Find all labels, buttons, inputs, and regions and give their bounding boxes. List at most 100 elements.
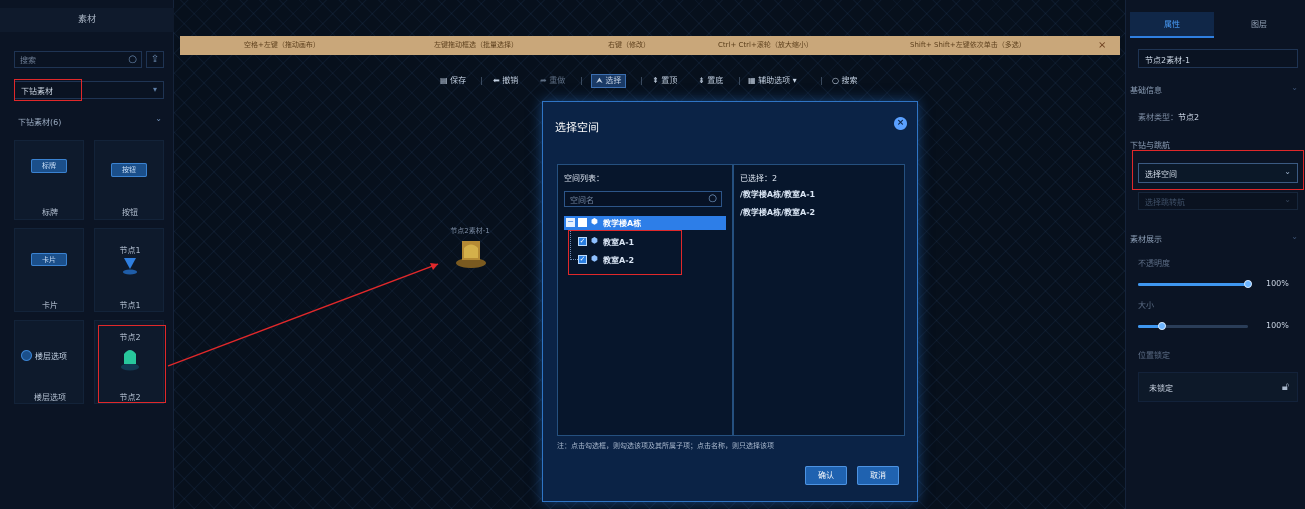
size-label: 大小 [1138,301,1154,310]
node1-marker-icon [123,258,137,275]
opacity-label: 不透明度 [1138,259,1170,268]
asset-card-button[interactable]: 按钮 按钮 [94,140,164,220]
section-display[interactable]: 素材展示 ⌄ [1130,232,1300,245]
space-search-input[interactable]: 空间名 ○ [564,191,722,207]
select-button[interactable]: ⮝ 选择 [591,74,627,88]
save-button[interactable]: ▤ 保存 [440,74,466,88]
annotation-box-category [14,79,82,101]
asset-card-node1[interactable]: 节点1 节点1 [94,228,164,312]
tree-root-row[interactable]: − ⬢ 教学楼A栋 [564,216,726,230]
redo-button[interactable]: ➦ 重做 [540,74,565,88]
properties-panel: 属性 图层 节点2素材-1 基础信息 ⌄ 素材类型：节点2 下钻与跳航 选择空间… [1125,0,1305,509]
card-chip: 卡片 [31,253,67,266]
asset-search-placeholder: 搜索 [20,56,36,65]
close-icon[interactable]: × [894,117,907,130]
send-bottom-button[interactable]: ⇟ 置底 [698,74,723,88]
opacity-value: 100% [1266,279,1289,288]
floor-option-chip-text: 楼层选项 [35,352,67,361]
tab-properties[interactable]: 属性 [1130,12,1214,38]
hint-zoom: Ctrl+ Ctrl+滚轮（放大缩小） [718,41,813,49]
toolbar-separator: | [480,76,483,85]
asset-panel-title: 素材 [0,8,174,32]
asset-card-floor-option[interactable]: 楼层选项 楼层选项 [14,320,84,404]
search-icon[interactable]: ○ [128,54,137,65]
section-display-label: 素材展示 [1130,235,1162,244]
position-lock-value: 未锁定 [1149,384,1173,393]
hint-box-select: 左键拖动框选（批量选择） [434,41,518,49]
floor-dot-icon [21,350,32,361]
root-checkbox[interactable] [578,218,587,227]
collapse-toggle-icon[interactable]: − [566,218,575,227]
asset-name-input[interactable]: 节点2素材-1 [1138,49,1298,68]
size-slider-knob[interactable] [1158,322,1166,330]
select-jump-dropdown[interactable]: 选择跳转航 ⌄ [1138,192,1298,210]
chevron-down-icon: ⌄ [1291,83,1298,92]
asset-card-card[interactable]: 卡片 卡片 [14,228,84,312]
undo-button[interactable]: ⬅ 撤销 [493,74,518,88]
floor-option-chip: 楼层选项 [21,349,81,363]
hint-close-icon[interactable]: × [1098,36,1106,55]
tree-root-label: 教学楼A栋 [603,219,642,228]
confirm-button[interactable]: 确认 [805,466,847,485]
app-root: { "left_panel": { "title": "素材", "search… [0,0,1305,509]
redo-label: 重做 [549,76,566,85]
selected-count-label: 已选择：2 [740,174,778,183]
asset-label-signboard: 标牌 [42,208,58,217]
select-space-dialog: 选择空间 × 空间列表： 空间名 ○ − ⬢ 教学楼A栋 ✓ ⬢ 教室A-1 ✓… [542,101,918,502]
cancel-button[interactable]: 取消 [857,466,899,485]
button-chip: 按钮 [111,163,147,177]
size-value: 100% [1266,321,1289,330]
select-label: 选择 [605,76,622,85]
annotation-box-node2 [98,325,166,403]
hint-pan: 空格+左键（拖动画布） [244,41,320,49]
opacity-slider[interactable] [1138,280,1252,288]
opacity-slider-knob[interactable] [1244,280,1252,288]
annotation-box-children [568,230,682,275]
toolbar-separator: | [580,76,583,85]
space-list-label: 空间列表： [564,174,604,183]
upload-icon[interactable]: ⇪ [146,51,164,68]
asset-card-signboard[interactable]: 标牌 标牌 [14,140,84,220]
dialog-title: 选择空间 [555,121,599,134]
aux-options-label: 辅助选项 [758,76,791,85]
unlock-icon[interactable]: 🔓︎ [1282,380,1289,394]
annotation-arrow [167,263,439,367]
save-label: 保存 [450,76,467,85]
chevron-down-icon: ⌄ [1284,195,1291,204]
opacity-slider-fill [1138,283,1248,286]
section-basic-info[interactable]: 基础信息 ⌄ [1130,83,1300,96]
asset-group-label: 下钻素材(6) [18,118,62,127]
position-lock-label: 位置锁定 [1138,351,1170,360]
asset-search-input[interactable]: 搜索 ○ [14,51,142,68]
section-drill-jump-label: 下钻与跳航 [1130,141,1170,150]
selected-item: /教学楼A栋/教室A-1 [740,190,816,199]
asset-group-header[interactable]: 下钻素材(6) ⌄ [14,114,164,128]
bring-top-button[interactable]: ⇞ 置顶 [652,74,677,88]
dialog-note: 注：点击勾选框，则勾选该项及其所属子项；点击名称，则只选择该项 [557,442,774,450]
selected-pane: 已选择：2 /教学楼A栋/教室A-1 /教学楼A栋/教室A-2 [733,164,905,436]
tab-layers[interactable]: 图层 [1216,12,1302,38]
toolbar-separator: | [738,76,741,85]
hint-multi-select: Shift+ Shift+左键依次单击（多选） [910,41,1026,49]
select-jump-placeholder: 选择跳转航 [1145,198,1185,207]
size-slider[interactable] [1138,322,1248,330]
asset-label-floor-option: 楼层选项 [34,393,66,402]
asset-panel: 素材 搜索 ○ ⇪ 下钻素材 ▾ 下钻素材(6) ⌄ 标牌 标牌 按钮 按钮 卡… [0,0,174,509]
chevron-down-icon: ⌄ [1291,232,1298,241]
search-icon[interactable]: ○ [708,193,717,204]
section-basic-info-label: 基础信息 [1130,86,1162,95]
asset-label-node1: 节点1 [119,301,141,310]
search-button[interactable]: ○ 搜索 [832,74,858,88]
hint-right-click: 右键（修改） [608,41,650,49]
editor-toolbar: ▤ 保存 | ⬅ 撤销 ➦ 重做 | ⮝ 选择 | ⇞ 置顶 ⇟ 置底 | ▦ … [440,74,880,88]
space-search-placeholder: 空间名 [570,196,594,205]
chevron-down-icon: ⌄ [155,114,162,123]
tab-layers-label: 图层 [1251,20,1267,29]
aux-options-button[interactable]: ▦ 辅助选项 ▾ [748,74,797,88]
space-list-pane: 空间列表： 空间名 ○ − ⬢ 教学楼A栋 ✓ ⬢ 教室A-1 ✓ ⬢ 教室A-… [557,164,733,436]
toolbar-separator: | [820,76,823,85]
toolbar-separator: | [640,76,643,85]
canvas-node-label: 节点2素材-1 [450,227,490,235]
position-lock-field[interactable]: 未锁定 🔓︎ [1138,372,1298,402]
asset-type-label: 素材类型： [1138,113,1178,122]
